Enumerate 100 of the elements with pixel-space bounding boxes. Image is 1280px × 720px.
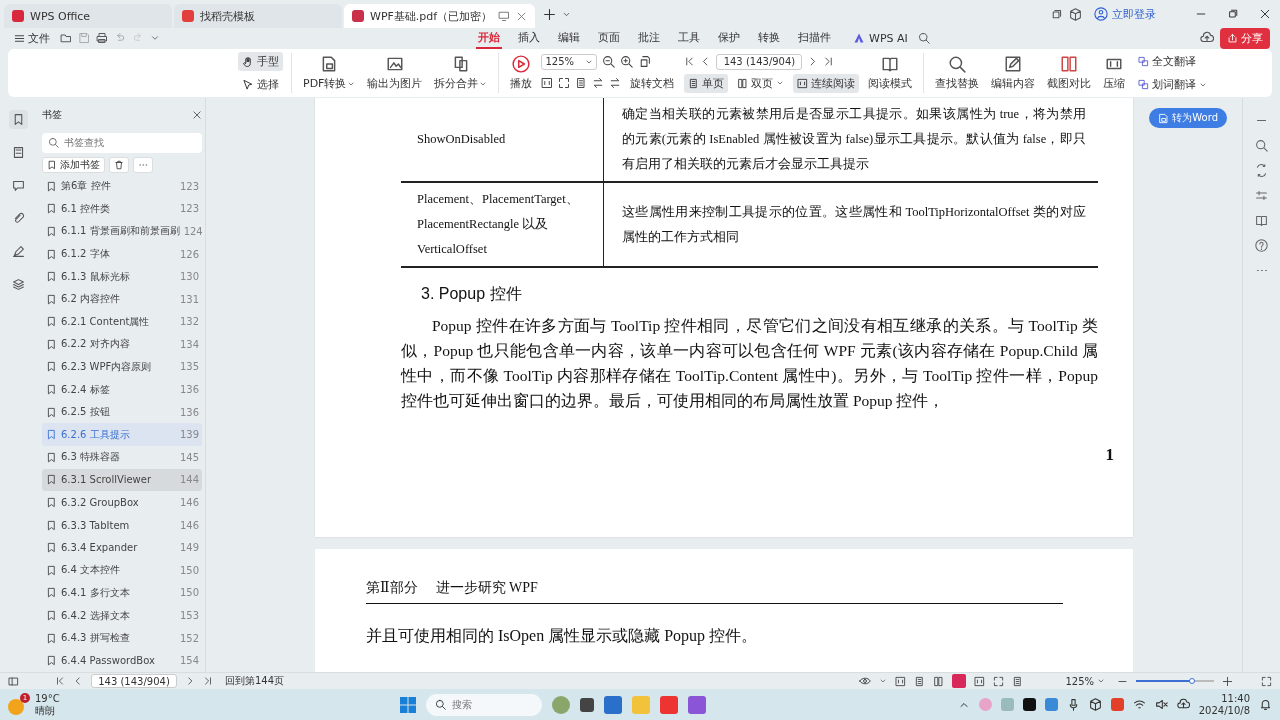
back-to-page-link[interactable]: 回到第144页 (221, 672, 289, 690)
ribbon-tab[interactable]: 编辑 (556, 27, 582, 49)
fit-page-icon[interactable] (558, 77, 571, 89)
bookmark-item[interactable]: 6.3.4 Expander 149 (42, 536, 202, 560)
share-button[interactable]: 分享 (1220, 27, 1270, 49)
wps-app-icon[interactable] (659, 695, 678, 714)
zoom-out-icon[interactable] (602, 55, 616, 68)
tool-button[interactable]: 查找替换 (932, 53, 983, 93)
cloud-upload-icon[interactable] (1200, 31, 1214, 45)
two-page-icon[interactable] (933, 675, 945, 687)
sync-icon[interactable] (1255, 164, 1268, 177)
translate-button[interactable]: 全文翻译 (1134, 52, 1212, 71)
tray-app-icon[interactable] (1022, 698, 1036, 711)
close-icon[interactable] (192, 110, 202, 121)
eye-icon[interactable] (859, 675, 872, 687)
task-view-icon[interactable] (579, 697, 594, 712)
convert-button[interactable]: PDF转换 (300, 53, 359, 93)
wifi-icon[interactable] (1132, 698, 1146, 711)
convert-button[interactable]: 输出为图片 (364, 53, 426, 93)
zoom-select[interactable]: 125% (1061, 673, 1109, 689)
mode-button[interactable]: 选择 (238, 75, 283, 94)
bell-icon[interactable] (1259, 698, 1272, 711)
search-icon[interactable] (1255, 139, 1268, 152)
ribbon-tab[interactable]: 插入 (516, 27, 542, 49)
rotate-button[interactable]: 旋转文档 (626, 73, 679, 93)
bookmark-search-field[interactable]: 书签查找 (42, 132, 202, 153)
add-bookmark-button[interactable]: 添加书签 (42, 156, 105, 173)
close-icon[interactable] (1259, 8, 1271, 20)
rotate-icon[interactable] (638, 55, 652, 68)
last-page-icon[interactable] (203, 676, 213, 686)
bookmark-item[interactable]: 6.4 文本控件 150 (42, 559, 202, 582)
convert-button[interactable]: 拆分合并 (431, 53, 491, 93)
settings-icon[interactable] (1255, 189, 1268, 202)
tool-button[interactable]: 截图对比 (1044, 53, 1095, 93)
mode-button[interactable]: 手型 (238, 52, 283, 71)
document-tab[interactable]: WPF基础.pdf（已加密） (344, 4, 536, 28)
bookmark-item[interactable]: 6.2.2 对齐内容 134 (42, 333, 202, 356)
cube-icon[interactable] (1088, 698, 1102, 711)
cube-icon[interactable] (1069, 7, 1082, 21)
search-icon[interactable] (917, 32, 930, 44)
zoom-select[interactable]: 125% (541, 53, 598, 70)
read-mode-button[interactable]: 阅读模式 (865, 53, 916, 93)
folder-icon[interactable] (60, 32, 72, 44)
bookmark-item[interactable]: 6.1.3 鼠标光标 130 (42, 265, 202, 288)
bookmark-item[interactable]: 6.2.5 按钮 136 (42, 400, 202, 424)
bookmark-item[interactable]: 6.3.3 TabItem 146 (42, 513, 202, 537)
play-button[interactable] (952, 674, 967, 688)
bookmark-icon[interactable] (8, 110, 28, 129)
play-button[interactable]: 播放 (507, 53, 536, 93)
print-icon[interactable] (96, 32, 108, 44)
bookmark-item[interactable]: 6.2 内容控件 131 (42, 287, 202, 311)
bookmark-item[interactable]: 6.3.2 GroupBox 146 (42, 491, 202, 514)
tool-button[interactable]: 编辑内容 (988, 53, 1039, 93)
document-tab[interactable]: WPS Office (4, 4, 172, 28)
bookmark-item[interactable]: 6.1.1 背景画刷和前景画刷 124 (42, 220, 202, 243)
file-menu[interactable]: 文件 (10, 28, 54, 48)
bookmark-item[interactable]: 6.2.6 工具提示 139 (42, 423, 202, 447)
caret-icon[interactable] (150, 33, 160, 43)
bookmark-item[interactable]: 6.4.1 多行文本 150 (42, 581, 202, 605)
taskbar-search-field[interactable]: 搜索 (425, 693, 542, 716)
bookmark-item[interactable]: 6.2.3 WPF内容原则 135 (42, 355, 202, 379)
translate-button[interactable]: 划词翻译 (1134, 75, 1212, 94)
next-page-icon[interactable] (185, 676, 195, 686)
bookmark-item[interactable]: 6.4.4 PasswordBox 154 (42, 649, 202, 672)
convert-to-word-button[interactable]: 转为Word (1149, 108, 1227, 128)
help-icon[interactable] (1255, 239, 1268, 252)
ribbon-tab[interactable]: 转换 (756, 27, 782, 49)
page-number-field[interactable]: 143 (143/904) (716, 53, 803, 70)
delete-button[interactable] (109, 156, 129, 173)
bookmark-item[interactable]: 6.3 特殊容器 145 (42, 446, 202, 469)
clock[interactable]: 11:40 2024/10/8 (1198, 692, 1250, 717)
document-tab[interactable]: 找稻壳模板 (174, 4, 342, 28)
cloud-icon[interactable] (1176, 698, 1190, 711)
fullscreen-icon[interactable] (1261, 675, 1272, 687)
continuous-icon[interactable] (895, 675, 907, 687)
bookmark-item[interactable]: 6.4.3 拼写检查 152 (42, 626, 202, 650)
single-page-icon[interactable] (914, 675, 926, 687)
ribbon-tab[interactable]: 页面 (596, 27, 622, 49)
restore-icon[interactable] (1227, 8, 1239, 20)
view-mode-button[interactable]: 连续阅读 (793, 73, 860, 93)
start-icon[interactable] (399, 696, 416, 713)
weather-icon[interactable] (8, 698, 24, 715)
bookmark-item[interactable]: 6.2.1 Content属性 132 (42, 310, 202, 334)
map-icon[interactable] (1255, 214, 1268, 227)
sidebar-icon[interactable] (8, 675, 19, 687)
tool-button[interactable]: 压缩 (1100, 53, 1129, 93)
ribbon-tab[interactable]: 保护 (716, 27, 742, 49)
bookmark-item[interactable]: 6.3.1 ScrollViewer 144 (42, 468, 202, 492)
bookmark-item[interactable]: 第6章 控件 123 (42, 174, 202, 198)
wps-ai-button[interactable]: WPS AI (849, 29, 912, 47)
bookmark-item[interactable]: 6.1.2 字体 126 (42, 242, 202, 266)
bookmark-item[interactable]: 6.1 控件类 123 (42, 197, 202, 221)
bookmark-item[interactable]: 6.2.4 标签 136 (42, 378, 202, 401)
monitor-icon[interactable] (498, 10, 511, 22)
previous-page-icon[interactable] (73, 676, 83, 686)
mute-icon[interactable] (1154, 698, 1168, 711)
store-icon[interactable] (603, 695, 622, 714)
login-link[interactable]: 立即登录 (1094, 6, 1156, 22)
zoom-in-icon[interactable] (1222, 675, 1233, 687)
shield-icon[interactable] (1044, 698, 1058, 711)
